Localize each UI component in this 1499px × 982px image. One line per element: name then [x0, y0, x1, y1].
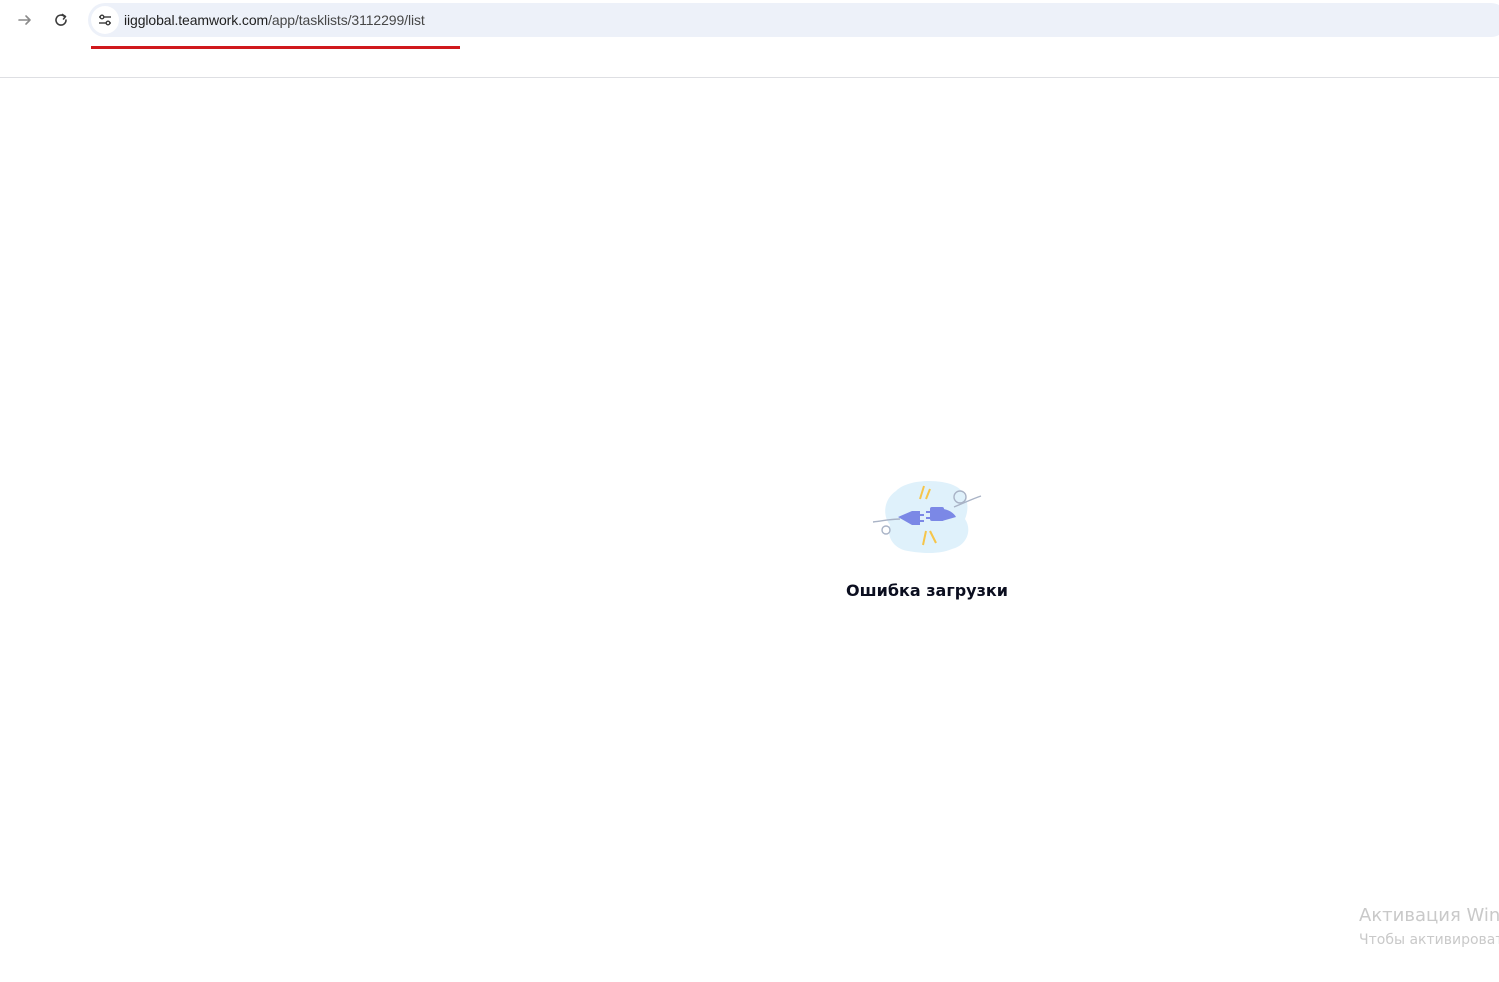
forward-button[interactable]	[9, 4, 41, 36]
site-info-button[interactable]	[91, 6, 119, 34]
windows-activation-watermark: Активация Wind Чтобы активировать	[1359, 904, 1499, 950]
address-bar[interactable]: iigglobal.teamwork.com/app/tasklists/311…	[88, 3, 1499, 37]
watermark-subtitle: Чтобы активировать	[1359, 932, 1499, 948]
page-content	[0, 78, 1499, 982]
browser-toolbar: iigglobal.teamwork.com/app/tasklists/311…	[0, 0, 1499, 78]
unplugged-cable-icon	[872, 481, 982, 553]
reload-button[interactable]	[45, 4, 77, 36]
error-title: Ошибка загрузки	[846, 581, 1008, 600]
red-underline-annotation	[91, 46, 460, 49]
tune-icon	[99, 14, 111, 26]
url-text[interactable]: iigglobal.teamwork.com/app/tasklists/311…	[124, 12, 425, 28]
watermark-title: Активация Wind	[1359, 905, 1499, 926]
reload-icon	[55, 13, 67, 26]
url-host: iigglobal.teamwork.com	[124, 12, 269, 28]
arrow-right-icon	[18, 15, 31, 25]
url-path: /app/tasklists/3112299/list	[268, 12, 425, 28]
